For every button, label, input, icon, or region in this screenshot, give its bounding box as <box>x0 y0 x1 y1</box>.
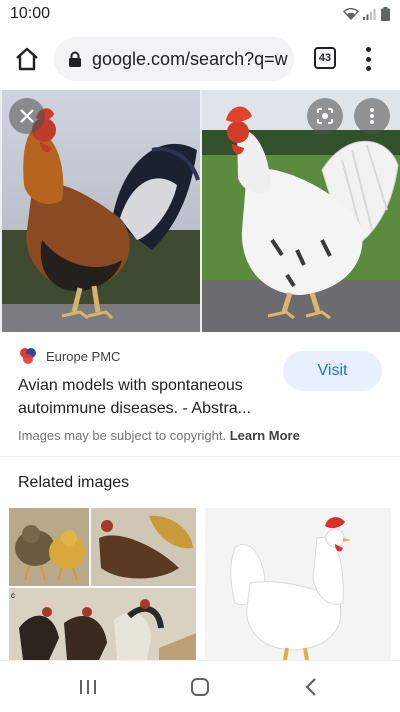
copyright-notice: Images may be subject to copyright. Lear… <box>18 428 300 443</box>
result-title[interactable]: Avian models with spontaneous autoimmune… <box>18 374 278 420</box>
svg-text:c: c <box>11 591 15 600</box>
url-text: google.com/search?q=w <box>92 48 288 69</box>
status-time: 10:00 <box>10 5 51 22</box>
related-images-heading: Related images <box>18 474 130 491</box>
divider <box>0 456 400 457</box>
google-lens-button[interactable] <box>307 98 343 134</box>
visit-button[interactable]: Visit <box>283 351 382 391</box>
europe-pmc-logo-icon <box>20 348 36 364</box>
more-vert-icon <box>370 108 374 124</box>
close-icon <box>20 109 34 123</box>
google-lens-icon <box>317 108 333 124</box>
back-icon[interactable] <box>300 675 324 699</box>
menu-dot <box>365 56 371 62</box>
browser-toolbar: google.com/search?q=w 43 <box>0 28 400 88</box>
signal-icon <box>363 9 376 20</box>
system-nav-bar <box>0 660 400 712</box>
recents-icon[interactable] <box>76 675 100 699</box>
lock-icon <box>69 51 81 67</box>
status-bar: 10:00 <box>0 0 400 28</box>
wifi-icon <box>343 8 359 20</box>
address-bar[interactable]: google.com/search?q=w <box>54 37 294 81</box>
copyright-text: Images may be subject to copyright. <box>18 428 227 443</box>
status-icons <box>343 7 390 21</box>
menu-dot <box>365 47 371 52</box>
image-more-button[interactable] <box>354 98 390 134</box>
tab-switcher-button[interactable]: 43 <box>314 47 336 69</box>
source-row[interactable]: Europe PMC <box>18 346 120 366</box>
battery-icon <box>381 7 390 21</box>
home-icon[interactable] <box>14 46 40 72</box>
source-name: Europe PMC <box>46 348 121 364</box>
menu-dot <box>365 66 371 71</box>
nav-home-icon[interactable] <box>188 675 212 699</box>
related-image-white-hen[interactable] <box>205 508 391 660</box>
learn-more-link[interactable]: Learn More <box>230 428 300 443</box>
related-image-chicks-collage[interactable]: c <box>9 508 196 660</box>
image-viewer <box>0 90 400 332</box>
close-button[interactable] <box>9 98 45 134</box>
more-vert-icon[interactable] <box>362 45 374 73</box>
